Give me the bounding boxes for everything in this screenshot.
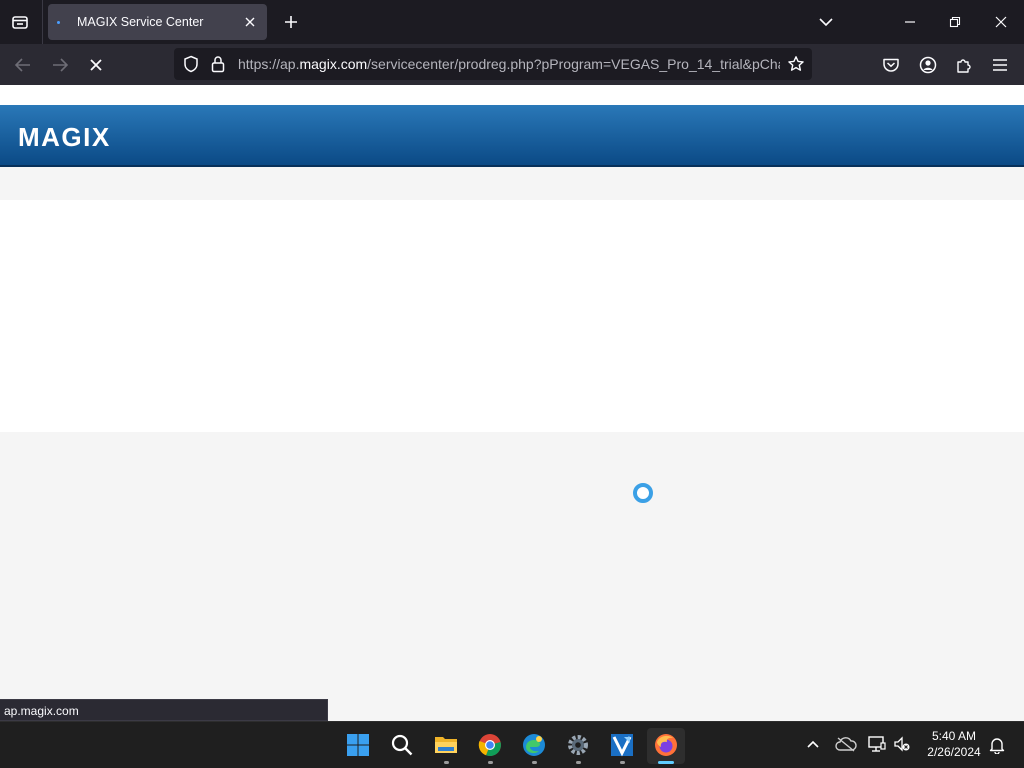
windows-start-icon [346, 733, 370, 757]
close-tab-icon[interactable] [239, 11, 261, 33]
taskbar-edge[interactable] [515, 728, 553, 764]
tab-strip: MAGIX Service Center [0, 0, 1024, 44]
tab-title: MAGIX Service Center [77, 15, 204, 29]
start-button[interactable] [339, 728, 377, 764]
edge-icon [522, 733, 546, 757]
web-page-content: MAGIX ap.magix.com [0, 85, 1024, 721]
running-indicator [444, 761, 449, 764]
show-hidden-icons-chevron-icon[interactable] [801, 732, 825, 756]
taskbar-settings[interactable] [559, 728, 597, 764]
running-indicator [576, 761, 581, 764]
notification-bell-icon[interactable] [986, 733, 1008, 757]
running-indicator [620, 761, 625, 764]
system-clock[interactable]: 5:40 AM 2/26/2024 [918, 728, 990, 760]
account-icon[interactable] [913, 50, 943, 80]
browser-tab[interactable]: MAGIX Service Center [48, 4, 267, 40]
list-all-tabs-icon[interactable] [812, 8, 840, 36]
search-icon [390, 733, 414, 757]
taskbar-chrome[interactable] [471, 728, 509, 764]
url-domain: magix.com [299, 56, 368, 72]
onedrive-cloud-icon[interactable] [833, 732, 859, 756]
chrome-icon [478, 733, 502, 757]
tracking-protection-shield-icon[interactable] [180, 54, 202, 74]
loading-spinner-icon [633, 483, 653, 503]
url-prefix: https://ap. [238, 56, 300, 72]
address-bar[interactable]: https://ap.magix.com/servicecenter/prodr… [174, 48, 812, 80]
taskbar-firefox[interactable] [647, 728, 685, 764]
lock-icon[interactable] [208, 54, 228, 74]
firefox-view-icon[interactable] [6, 8, 34, 36]
folder-icon [434, 733, 458, 757]
extensions-puzzle-icon[interactable] [949, 50, 979, 80]
taskbar-vegas[interactable] [603, 728, 641, 764]
new-tab-icon[interactable] [277, 8, 305, 36]
windows-taskbar: 5:40 AM 2/26/2024 [0, 721, 1024, 768]
active-window-indicator [658, 761, 674, 764]
volume-muted-icon[interactable] [891, 732, 913, 756]
network-icon[interactable] [865, 732, 889, 756]
url-path: /servicecenter/prodreg.php?pProgram=VEGA… [367, 56, 780, 72]
magix-logo[interactable]: MAGIX [18, 122, 111, 153]
clock-date: 2/26/2024 [927, 745, 981, 759]
vegas-icon [610, 733, 634, 757]
loading-dot-icon [57, 21, 60, 24]
taskbar-file-explorer[interactable] [427, 728, 465, 764]
content-panel [0, 200, 1024, 432]
restore-icon[interactable] [933, 4, 977, 40]
stop-loading-icon[interactable] [81, 50, 111, 80]
pocket-icon[interactable] [876, 50, 906, 80]
back-arrow-icon[interactable] [8, 50, 38, 80]
hamburger-menu-icon[interactable] [985, 50, 1015, 80]
link-status-tooltip: ap.magix.com [0, 699, 328, 721]
page-top-strip [0, 85, 1024, 105]
brand-header: MAGIX [0, 105, 1024, 167]
gear-icon [566, 733, 590, 757]
taskbar-search-button[interactable] [383, 728, 421, 764]
running-indicator [488, 761, 493, 764]
bookmark-star-icon[interactable] [784, 53, 808, 75]
firefox-icon [654, 733, 678, 757]
tab-separator [42, 0, 43, 44]
running-indicator [532, 761, 537, 764]
clock-time: 5:40 AM [931, 729, 977, 743]
close-window-icon[interactable] [978, 4, 1024, 40]
forward-arrow-icon[interactable] [45, 50, 75, 80]
navigation-toolbar: https://ap.magix.com/servicecenter/prodr… [0, 44, 1024, 85]
url-text[interactable]: https://ap.magix.com/servicecenter/prodr… [238, 56, 780, 72]
minimize-icon[interactable] [888, 4, 932, 40]
